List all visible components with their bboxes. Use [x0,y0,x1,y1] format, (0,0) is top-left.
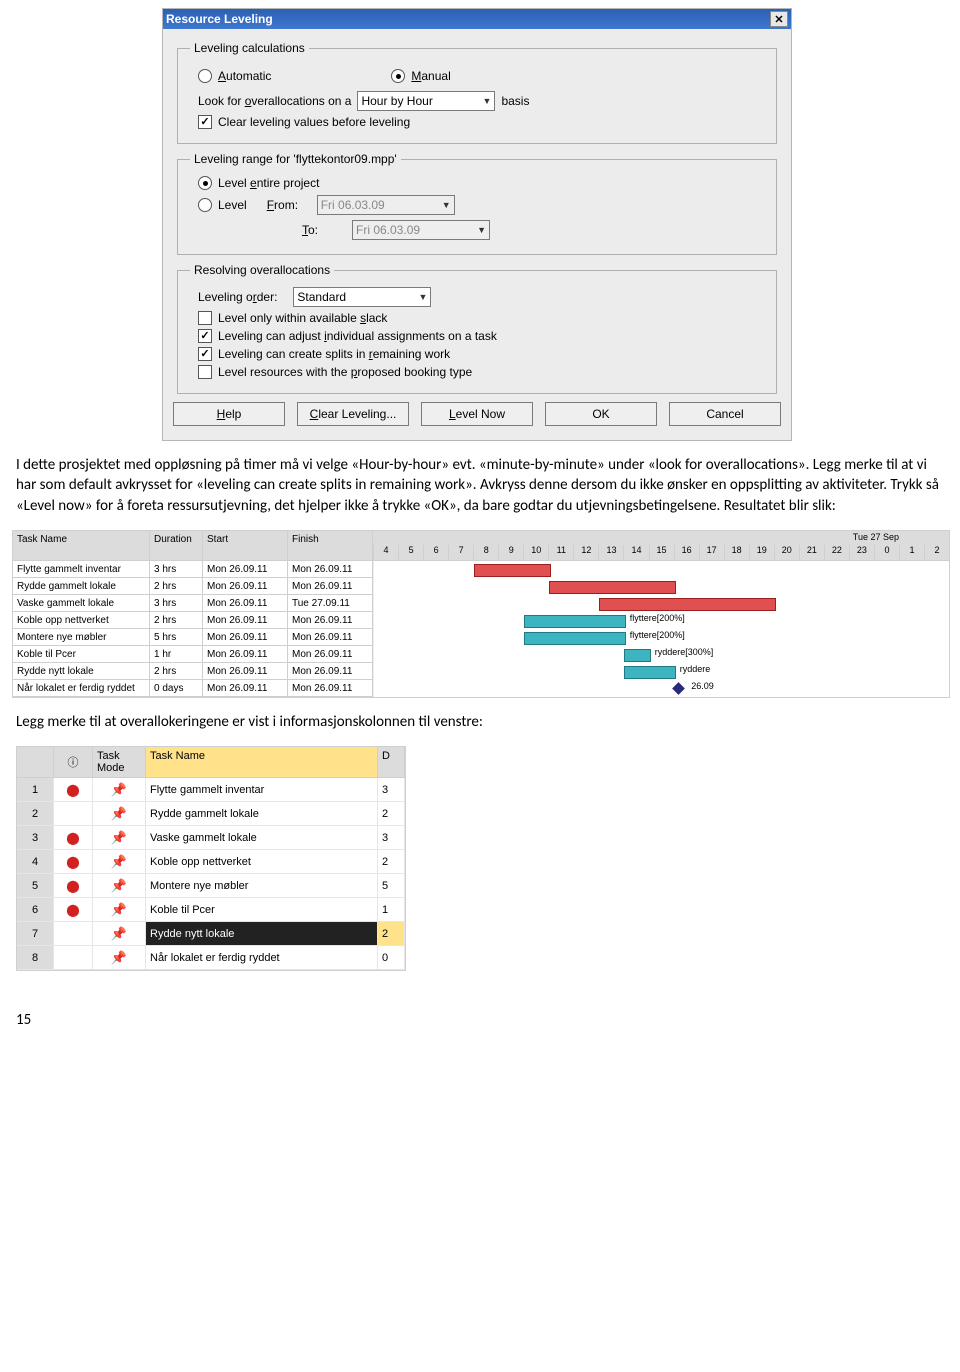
gantt-row: Koble til Pcer1 hrMon 26.09.11Mon 26.09.… [13,646,949,663]
gantt-row: Koble opp nettverket2 hrsMon 26.09.11Mon… [13,612,949,629]
clear-leveling-button[interactable]: Clear Leveling... [297,402,409,426]
radio-manual[interactable]: Manual [391,69,450,83]
from-date: Fri 06.03.09▼ [317,195,455,215]
pin-icon: 📌 [111,950,127,966]
pin-icon: 📌 [111,902,127,918]
to-label: To: [302,223,332,237]
radio-automatic[interactable]: AAutomaticutomatic [198,69,271,83]
task-row[interactable]: 8📌Når lokalet er ferdig ryddet0 [17,946,405,970]
overallocation-icon: ⬤ [66,855,79,869]
paragraph-1: I dette prosjektet med oppløsning på tim… [16,455,944,516]
task-row[interactable]: 4⬤📌Koble opp nettverket2 [17,850,405,874]
from-label: From: [267,198,297,212]
dialog-title: Resource Leveling [166,12,273,26]
help-button[interactable]: Help [173,402,285,426]
check-splits[interactable]: Leveling can create splits in remaining … [198,347,764,361]
task-grid-screenshot: ⓘ Task Mode Task Name D 1⬤📌Flytte gammel… [16,746,406,971]
task-row[interactable]: 3⬤📌Vaske gammelt lokale3 [17,826,405,850]
check-adjust[interactable]: Leveling can adjust individual assignmen… [198,329,764,343]
basis-label: basis [501,94,529,108]
grid-head-mode: Task Mode [93,747,146,778]
dialog-titlebar: Resource Leveling ✕ [163,9,791,29]
ok-button[interactable]: OK [545,402,657,426]
pin-icon: 📌 [111,806,127,822]
overallocation-icon: ⬤ [66,783,79,797]
info-icon: ⓘ [54,747,93,778]
check-proposed[interactable]: Level resources with the proposed bookin… [198,365,764,379]
radio-entire-project[interactable]: Level entire project [198,176,764,190]
task-row[interactable]: 6⬤📌Koble til Pcer1 [17,898,405,922]
pin-icon: 📌 [111,830,127,846]
overallocation-icon: ⬤ [66,879,79,893]
grid-head-name: Task Name [146,747,378,778]
task-row[interactable]: 2📌Rydde gammelt lokale2 [17,802,405,826]
gantt-screenshot: Task Name Duration Start Finish Tue 27 S… [12,530,950,698]
pin-icon: 📌 [111,878,127,894]
gantt-head-finish: Finish [288,531,373,561]
gantt-head-start: Start [203,531,288,561]
gantt-row: Rydde nytt lokale2 hrsMon 26.09.11Mon 26… [13,663,949,680]
leveling-calc-legend: Leveling calculations [190,41,309,55]
gantt-timeline-header: Tue 27 Sep 45678910111213141516171819202… [373,531,949,561]
task-row[interactable]: 7📌Rydde nytt lokale2 [17,922,405,946]
grid-head-d: D [378,747,405,778]
resource-leveling-dialog: Resource Leveling ✕ Leveling calculation… [162,8,792,441]
page-number: 15 [16,1011,948,1029]
order-combo[interactable]: Standard▼ [293,287,431,307]
gantt-row: Montere nye møbler5 hrsMon 26.09.11Mon 2… [13,629,949,646]
resolving-legend: Resolving overallocations [190,263,334,277]
task-row[interactable]: 5⬤📌Montere nye møbler5 [17,874,405,898]
gantt-row: Rydde gammelt lokale2 hrsMon 26.09.11Mon… [13,578,949,595]
clear-leveling-check[interactable]: Clear leveling values before leveling [198,115,764,129]
gantt-row: Når lokalet er ferdig ryddet0 daysMon 26… [13,680,949,697]
check-slack[interactable]: Level only within available slack [198,311,764,325]
resolving-group: Resolving overallocations Leveling order… [177,263,777,394]
overalloc-combo[interactable]: Hour by Hour▼ [357,91,495,111]
gantt-row: Flytte gammelt inventar3 hrsMon 26.09.11… [13,561,949,578]
order-label: Leveling order: [198,290,277,304]
gantt-head-dur: Duration [150,531,203,561]
close-icon[interactable]: ✕ [770,11,788,27]
gantt-row: Vaske gammelt lokale3 hrsMon 26.09.11Tue… [13,595,949,612]
leveling-calculations-group: Leveling calculations AAutomaticutomatic… [177,41,777,144]
task-row[interactable]: 1⬤📌Flytte gammelt inventar3 [17,778,405,802]
pin-icon: 📌 [111,782,127,798]
radio-level-range[interactable]: Level [198,198,247,212]
pin-icon: 📌 [111,854,127,870]
overalloc-label: Look for overallocations on a [198,94,351,108]
level-now-button[interactable]: Level Now [421,402,533,426]
overallocation-icon: ⬤ [66,903,79,917]
to-date: Fri 06.03.09▼ [352,220,490,240]
range-legend: Leveling range for 'flyttekontor09.mpp' [190,152,401,166]
paragraph-2: Legg merke til at overallokeringene er v… [16,712,944,732]
leveling-range-group: Leveling range for 'flyttekontor09.mpp' … [177,152,777,255]
overallocation-icon: ⬤ [66,831,79,845]
grid-head-id [17,747,54,778]
cancel-button[interactable]: Cancel [669,402,781,426]
gantt-head-name: Task Name [13,531,150,561]
pin-icon: 📌 [111,926,127,942]
